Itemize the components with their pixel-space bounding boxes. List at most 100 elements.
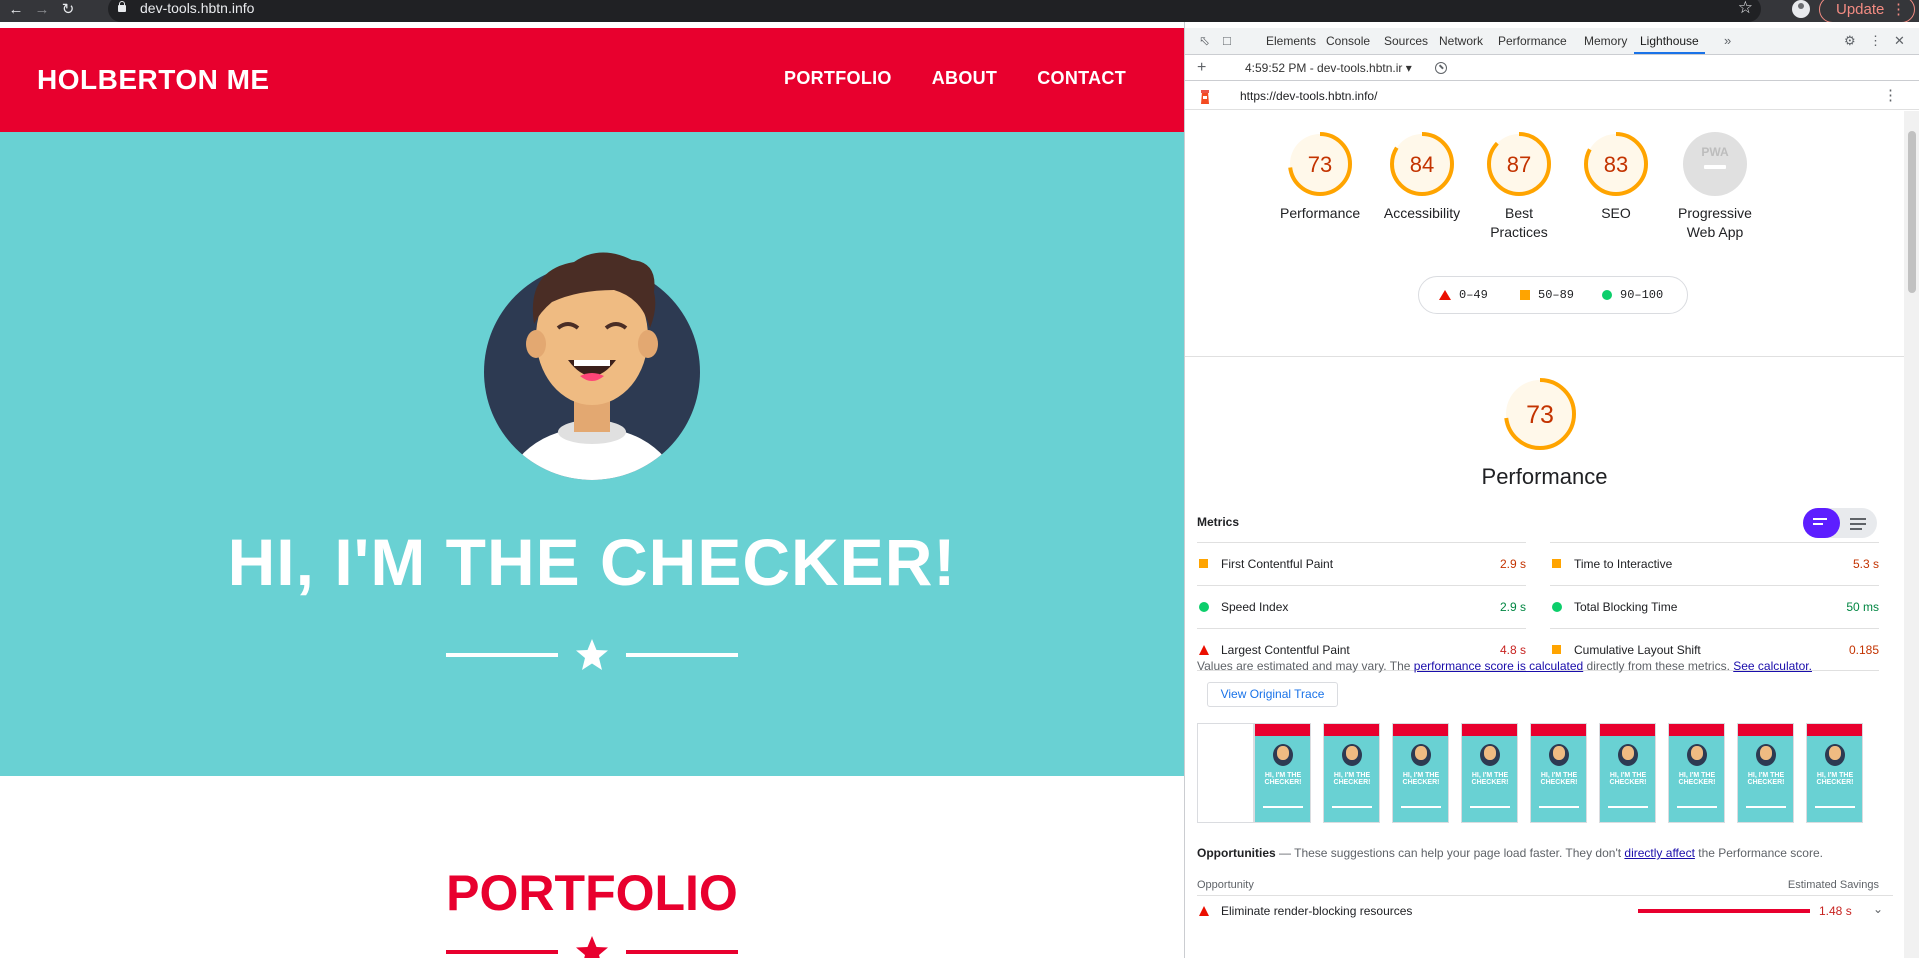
close-icon[interactable]: ✕ — [1894, 28, 1905, 54]
report-selector[interactable]: 4:59:52 PM - dev-tools.hbtn.ir ▾ — [1245, 61, 1435, 75]
gauge-accessibility[interactable]: 84 Accessibility — [1372, 131, 1472, 223]
bookmark-star-icon[interactable]: ☆ — [1738, 0, 1753, 18]
tab-elements[interactable]: Elements — [1266, 28, 1316, 54]
lighthouse-report: 73 Performance 84 Accessibility 87 Best … — [1185, 111, 1904, 958]
svg-text:73: 73 — [1526, 401, 1554, 429]
opportunities-heading: Opportunities — These suggestions can he… — [1197, 846, 1823, 860]
savings-bar — [1638, 909, 1810, 913]
lock-icon — [118, 1, 126, 12]
tab-memory[interactable]: Memory — [1584, 28, 1627, 54]
nav-about[interactable]: ABOUT — [932, 68, 998, 89]
metric-row: First Contentful Paint 2.9 s — [1197, 542, 1526, 585]
opportunity-row[interactable]: Eliminate render-blocking resources 1.48… — [1197, 895, 1893, 923]
pass-circle-icon — [1199, 602, 1209, 612]
tab-performance[interactable]: Performance — [1498, 28, 1567, 54]
opportunities-columns: Opportunity Estimated Savings — [1197, 879, 1879, 891]
inspect-icon[interactable]: ⬁ — [1199, 28, 1210, 54]
average-square-icon — [1199, 559, 1208, 568]
gauge-label: Performance — [1280, 205, 1361, 221]
nav-portfolio[interactable]: PORTFOLIO — [784, 68, 892, 89]
site-brand[interactable]: HOLBERTON ME — [37, 64, 270, 96]
nav-contact[interactable]: CONTACT — [1037, 68, 1126, 89]
kebab-icon: ⋮ — [1891, 1, 1906, 18]
filmstrip-frame: HI, I'M THE CHECKER! — [1530, 723, 1587, 823]
filmstrip-frame: HI, I'M THE CHECKER! — [1254, 723, 1311, 823]
back-icon[interactable]: ← — [6, 0, 26, 20]
hero-divider — [446, 637, 738, 673]
kebab-icon[interactable]: ⋮ — [1869, 28, 1882, 54]
profile-icon[interactable] — [1789, 0, 1811, 20]
new-report-icon[interactable]: + — [1197, 59, 1206, 77]
filmstrip-frame: HI, I'M THE CHECKER! — [1461, 723, 1518, 823]
divider — [1185, 356, 1904, 357]
checker-avatar — [484, 252, 700, 480]
gauge-performance[interactable]: 73 Performance — [1280, 131, 1360, 223]
svg-text:83: 83 — [1604, 152, 1628, 177]
score-calculated-link[interactable]: performance score is calculated — [1414, 659, 1583, 673]
see-calculator-link[interactable]: See calculator. — [1733, 659, 1812, 673]
gauge-best-practices[interactable]: 87 Best Practices — [1483, 131, 1555, 242]
average-square-icon — [1552, 645, 1561, 654]
metrics-heading: Metrics — [1197, 515, 1240, 529]
devtools-panel: ⬁ □ Elements Console Sources Network Per… — [1184, 22, 1919, 958]
compact-view-icon — [1813, 518, 1829, 528]
site-nav: PORTFOLIO ABOUT CONTACT — [784, 68, 1126, 89]
view-original-trace-button[interactable]: View Original Trace — [1207, 682, 1338, 707]
devtools-tabbar: ⬁ □ Elements Console Sources Network Per… — [1185, 28, 1919, 55]
tab-network[interactable]: Network — [1439, 28, 1483, 54]
report-url-bar: https://dev-tools.hbtn.info/ ⋮ — [1185, 82, 1919, 110]
report-scrollbar[interactable] — [1904, 111, 1919, 958]
filmstrip: HI, I'M THE CHECKER! HI, I'M THE CHECKER… — [1197, 723, 1897, 825]
reload-icon[interactable]: ↻ — [58, 0, 78, 20]
update-button[interactable]: Update ⋮ — [1819, 0, 1915, 23]
filmstrip-frame: HI, I'M THE CHECKER! — [1737, 723, 1794, 823]
expanded-view-icon — [1850, 518, 1866, 533]
score-legend: 0–49 50–89 90–100 — [1418, 276, 1688, 314]
device-toolbar-icon[interactable]: □ — [1223, 28, 1231, 54]
star-icon — [576, 639, 608, 670]
clear-icon[interactable] — [1435, 62, 1447, 74]
filmstrip-frame: HI, I'M THE CHECKER! — [1806, 723, 1863, 823]
chevron-down-icon[interactable]: ⌄ — [1873, 902, 1883, 916]
gauge-seo[interactable]: 83 SEO — [1576, 131, 1656, 223]
portfolio-heading: PORTFOLIO — [446, 865, 738, 921]
report-menu-icon[interactable]: ⋮ — [1883, 86, 1898, 104]
average-square-icon — [1552, 559, 1561, 568]
tab-lighthouse[interactable]: Lighthouse — [1634, 28, 1705, 54]
fail-triangle-icon — [1199, 645, 1209, 655]
forward-icon[interactable]: → — [32, 0, 52, 20]
tab-console[interactable]: Console — [1326, 28, 1370, 54]
report-url[interactable]: https://dev-tools.hbtn.info/ — [1240, 89, 1377, 103]
tab-sources[interactable]: Sources — [1384, 28, 1428, 54]
performance-gauge-large: 73 — [1504, 378, 1576, 450]
lighthouse-icon — [1201, 90, 1209, 104]
filmstrip-frame — [1197, 723, 1254, 823]
directly-affect-link[interactable]: directly affect — [1624, 846, 1694, 860]
gauge-label: Progressive Web App — [1678, 205, 1752, 240]
web-page: HOLBERTON ME PORTFOLIO ABOUT CONTACT HI,… — [0, 22, 1184, 958]
svg-text:87: 87 — [1507, 152, 1531, 177]
pass-circle-icon — [1552, 602, 1562, 612]
gear-icon[interactable]: ⚙ — [1844, 28, 1856, 54]
gauge-label: SEO — [1601, 205, 1631, 221]
filmstrip-frame: HI, I'M THE CHECKER! — [1668, 723, 1725, 823]
svg-text:73: 73 — [1308, 152, 1332, 177]
hero-title: HI, I'M THE CHECKER! — [227, 525, 957, 599]
hero-section: HI, I'M THE CHECKER! — [0, 132, 1184, 776]
metrics-note: Values are estimated and may vary. The p… — [1197, 659, 1812, 673]
gauge-label: Accessibility — [1383, 205, 1461, 221]
address-url: dev-tools.hbtn.info — [140, 0, 255, 16]
lighthouse-toolbar: + 4:59:52 PM - dev-tools.hbtn.ir ▾ — [1185, 55, 1919, 81]
svg-text:84: 84 — [1410, 152, 1434, 177]
metric-row: Time to Interactive 5.3 s — [1550, 542, 1879, 585]
filmstrip-frame: HI, I'M THE CHECKER! — [1599, 723, 1656, 823]
portfolio-divider — [446, 934, 738, 958]
gauge-pwa[interactable]: PWA Progressive Web App — [1665, 131, 1765, 242]
filmstrip-frame: HI, I'M THE CHECKER! — [1392, 723, 1449, 823]
more-tabs-icon[interactable]: » — [1724, 28, 1731, 54]
update-label: Update — [1836, 1, 1885, 18]
fail-triangle-icon — [1199, 906, 1209, 916]
metrics-view-toggle[interactable] — [1803, 508, 1877, 538]
address-bar[interactable]: dev-tools.hbtn.info ☆ — [108, 0, 1761, 22]
star-icon — [576, 936, 608, 958]
